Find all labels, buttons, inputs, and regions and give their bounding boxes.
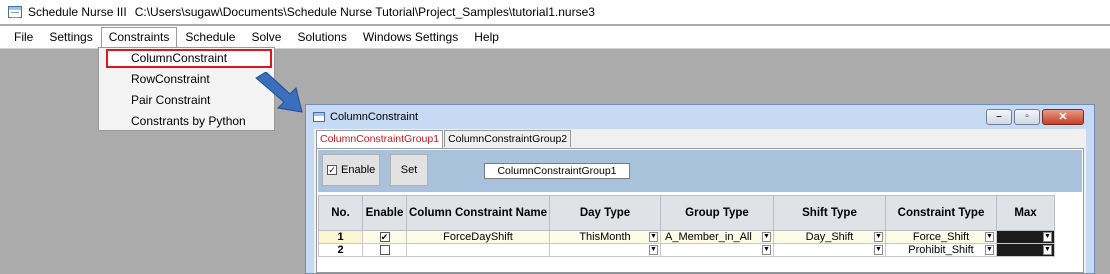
row-constraint-type-value: Force_Shift	[912, 231, 970, 243]
menu-item-constraints-by-python[interactable]: Constrants by Python	[99, 111, 274, 132]
column-constraint-window: ColumnConstraint – ▫ ✕ ColumnConstraintG…	[305, 104, 1095, 274]
chevron-down-icon[interactable]: ▼	[874, 245, 883, 255]
chevron-down-icon[interactable]: ▼	[985, 232, 994, 242]
row-group-type-value: A_Member_in_All	[665, 231, 752, 243]
menu-solve[interactable]: Solve	[243, 27, 289, 47]
table-row[interactable]: 2 ▼ ▼ ▼ Prohibit_Shift ▼ ▼	[318, 243, 1055, 257]
row-day-type-value: ThisMonth	[579, 231, 631, 243]
constraints-dropdown: ColumnConstraint RowConstraint Pair Cons…	[98, 47, 275, 131]
row-number: 2	[318, 243, 363, 257]
window-icon	[313, 112, 325, 122]
chevron-down-icon[interactable]: ▼	[762, 245, 771, 255]
close-icon: ✕	[1058, 111, 1068, 123]
child-window-title: ColumnConstraint	[330, 111, 419, 123]
child-body: ColumnConstraintGroup1 ColumnConstraintG…	[314, 129, 1086, 273]
col-header-day-type[interactable]: Day Type	[549, 195, 661, 231]
close-button[interactable]: ✕	[1042, 109, 1084, 125]
row-shift-type-cell[interactable]: ▼	[773, 243, 886, 257]
menu-constraints[interactable]: Constraints	[100, 26, 178, 48]
app-icon	[8, 6, 22, 18]
row-group-type-cell[interactable]: A_Member_in_All ▼	[660, 230, 774, 244]
col-header-no[interactable]: No.	[318, 195, 363, 231]
row-enable-cell[interactable]: ✔	[362, 230, 407, 244]
set-button[interactable]: Set	[390, 154, 428, 186]
group-toolbar: ✓ Enable Set ColumnConstraintGroup1	[318, 150, 1082, 192]
enable-checkbox[interactable]: ✓	[327, 165, 337, 175]
row-max-cell[interactable]: ▼	[996, 243, 1055, 257]
group-name-field[interactable]: ColumnConstraintGroup1	[484, 163, 630, 179]
maximize-icon: ▫	[1025, 111, 1029, 122]
col-header-group-type[interactable]: Group Type	[660, 195, 774, 231]
row-max-cell[interactable]: ▼	[996, 230, 1055, 244]
maximize-button[interactable]: ▫	[1014, 109, 1040, 125]
child-title-bar: ColumnConstraint – ▫ ✕	[306, 105, 1094, 129]
enable-toggle[interactable]: ✓ Enable	[322, 154, 380, 186]
title-bar: Schedule Nurse III C:\Users\sugaw\Docume…	[0, 0, 1110, 24]
row-shift-type-cell[interactable]: Day_Shift ▼	[773, 230, 886, 244]
row-day-type-cell[interactable]: ▼	[549, 243, 661, 257]
col-header-max[interactable]: Max	[996, 195, 1055, 231]
chevron-down-icon[interactable]: ▼	[762, 232, 771, 242]
row-name-cell[interactable]	[406, 243, 550, 257]
menu-file[interactable]: File	[6, 27, 41, 47]
menu-schedule[interactable]: Schedule	[177, 27, 243, 47]
chevron-down-icon[interactable]: ▼	[649, 232, 658, 242]
menu-solutions[interactable]: Solutions	[289, 27, 354, 47]
minimize-icon: –	[996, 111, 1002, 122]
row-group-type-cell[interactable]: ▼	[660, 243, 774, 257]
chevron-down-icon[interactable]: ▼	[649, 245, 658, 255]
menu-item-row-constraint[interactable]: RowConstraint	[99, 69, 274, 90]
grid-header-row: No. Enable Column Constraint Name Day Ty…	[318, 195, 1055, 231]
menu-help[interactable]: Help	[466, 27, 507, 47]
table-row[interactable]: 1 ✔ ForceDayShift ThisMonth ▼ A_Member_in…	[318, 230, 1055, 244]
tab-strip: ColumnConstraintGroup1 ColumnConstraintG…	[316, 130, 572, 148]
pointer-arrow-icon	[255, 72, 303, 113]
menu-windows-settings[interactable]: Windows Settings	[355, 27, 466, 47]
tab-group2[interactable]: ColumnConstraintGroup2	[444, 130, 572, 147]
tab-group1[interactable]: ColumnConstraintGroup1	[316, 130, 444, 148]
chevron-down-icon[interactable]: ▼	[1043, 245, 1052, 255]
row-constraint-type-cell[interactable]: Force_Shift ▼	[885, 230, 997, 244]
enable-label: Enable	[341, 164, 376, 176]
tab-panel: ✓ Enable Set ColumnConstraintGroup1 No. …	[316, 148, 1084, 273]
menu-item-column-constraint[interactable]: ColumnConstraint	[106, 49, 272, 68]
menu-item-pair-constraint[interactable]: Pair Constraint	[99, 90, 274, 111]
chevron-down-icon[interactable]: ▼	[1043, 232, 1052, 242]
col-header-name[interactable]: Column Constraint Name	[406, 195, 550, 231]
row-enable-cell[interactable]	[362, 243, 407, 257]
constraint-grid: No. Enable Column Constraint Name Day Ty…	[318, 195, 1055, 257]
row-day-type-cell[interactable]: ThisMonth ▼	[549, 230, 661, 244]
row-constraint-type-cell[interactable]: Prohibit_Shift ▼	[885, 243, 997, 257]
row-number: 1	[318, 230, 363, 244]
chevron-down-icon[interactable]: ▼	[874, 232, 883, 242]
chevron-down-icon[interactable]: ▼	[985, 245, 994, 255]
row-enable-checkbox[interactable]	[379, 245, 390, 256]
col-header-constraint-type[interactable]: Constraint Type	[885, 195, 997, 231]
col-header-shift-type[interactable]: Shift Type	[773, 195, 886, 231]
row-enable-checkbox[interactable]: ✔	[379, 232, 390, 243]
row-shift-type-value: Day_Shift	[805, 231, 854, 243]
menu-settings[interactable]: Settings	[41, 27, 100, 47]
row-name-cell[interactable]: ForceDayShift	[406, 230, 550, 244]
col-header-enable[interactable]: Enable	[362, 195, 407, 231]
file-path: C:\Users\sugaw\Documents\Schedule Nurse …	[134, 5, 595, 19]
row-constraint-type-value: Prohibit_Shift	[908, 244, 974, 256]
minimize-button[interactable]: –	[986, 109, 1012, 125]
menu-bar: File Settings Constraints Schedule Solve…	[0, 26, 1110, 49]
app-name: Schedule Nurse III	[28, 5, 127, 19]
